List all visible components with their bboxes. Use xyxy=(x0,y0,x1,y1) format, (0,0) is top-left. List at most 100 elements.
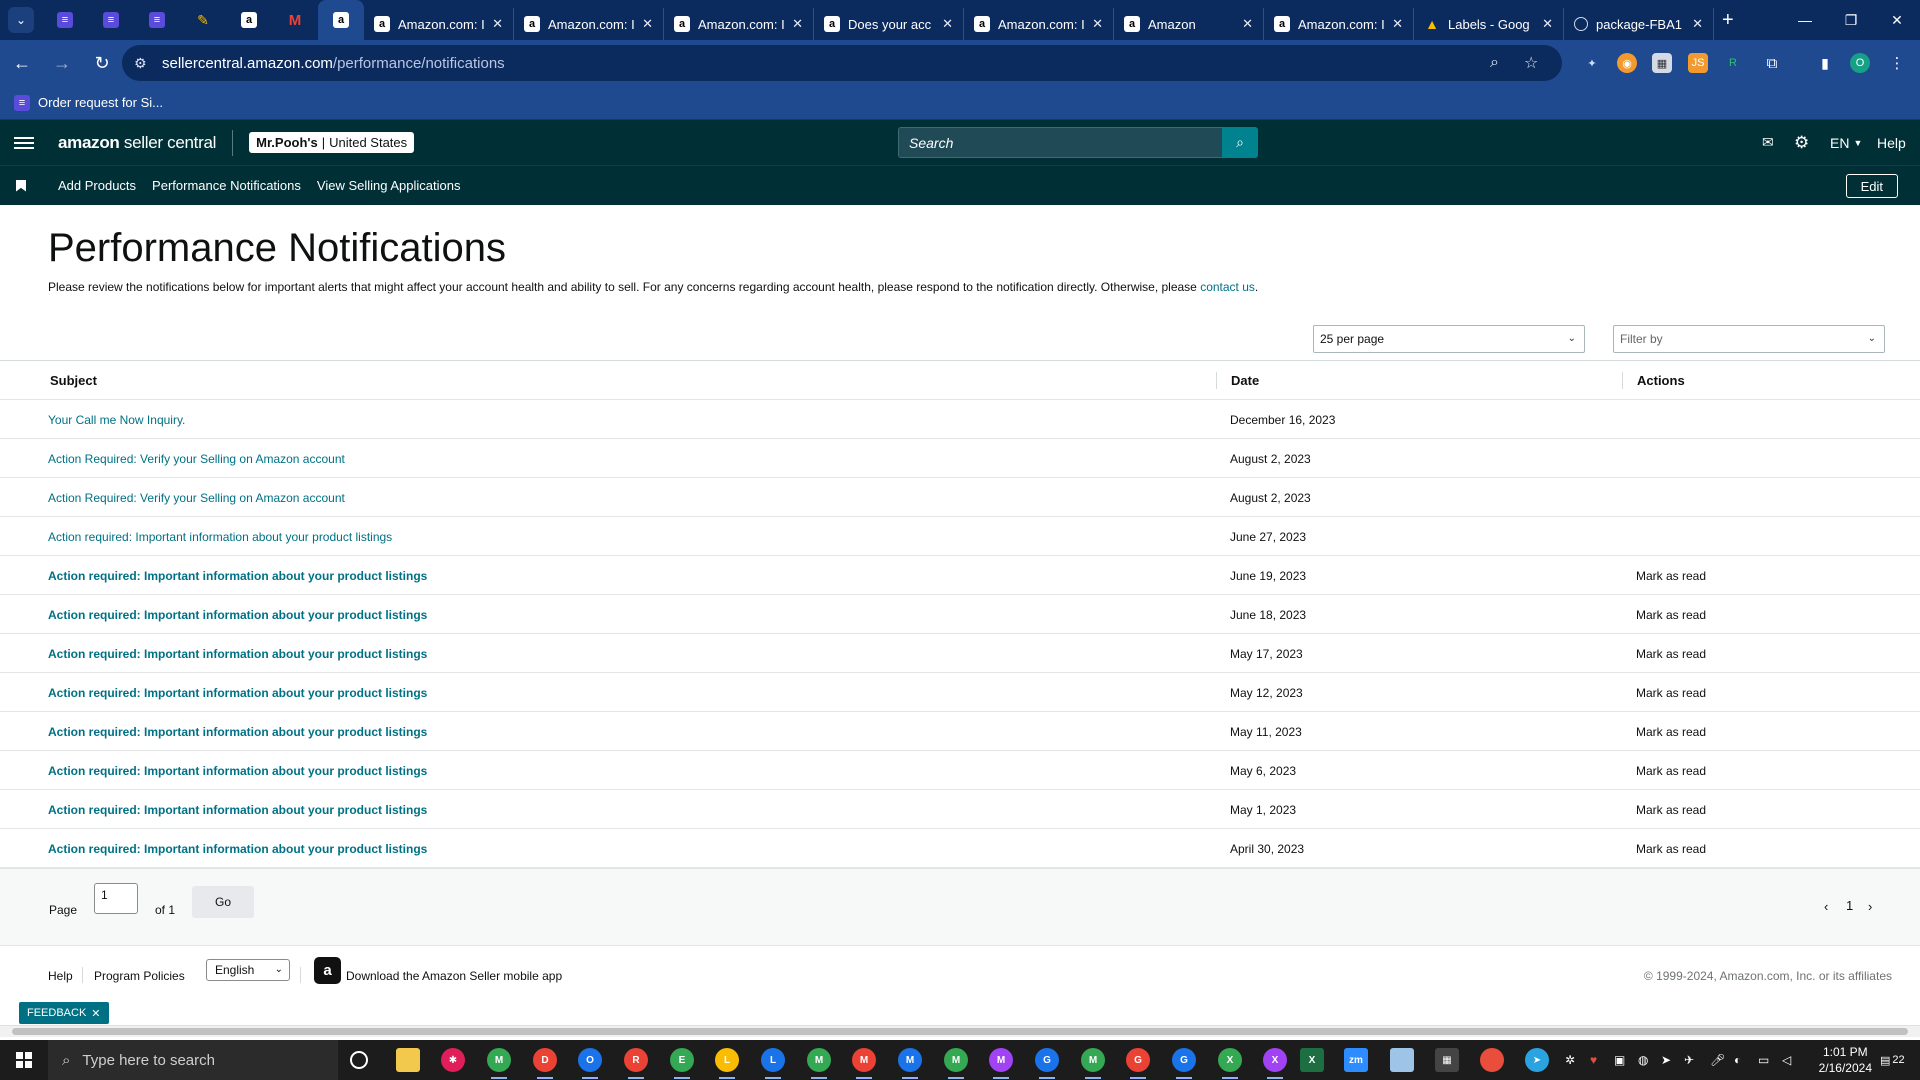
tray-network-off-icon[interactable]: ✈ xyxy=(1684,1040,1694,1080)
notification-subject-link[interactable]: Action required: Important information a… xyxy=(48,686,427,700)
close-icon[interactable]: ✕ xyxy=(91,1007,100,1020)
pinned-tab[interactable]: ≡ xyxy=(88,0,134,40)
close-icon[interactable]: ✕ xyxy=(1392,16,1403,32)
notification-center-icon[interactable]: ▤ 22 xyxy=(1880,1040,1905,1080)
volume-icon[interactable]: ◁ xyxy=(1782,1040,1791,1080)
amazon-app-icon[interactable]: a xyxy=(314,957,341,984)
bookmark-item[interactable]: Order request for Si... xyxy=(38,95,163,110)
chrome-icon[interactable]: M xyxy=(989,1048,1013,1079)
telegram-icon[interactable]: ➤ xyxy=(1525,1048,1549,1072)
search-button[interactable]: ⌕ xyxy=(1222,127,1258,158)
horizontal-scrollbar[interactable] xyxy=(0,1025,1920,1037)
tab-search-button[interactable]: ⌄ xyxy=(8,7,34,33)
notification-subject-link[interactable]: Action Required: Verify your Selling on … xyxy=(48,491,345,505)
slack-icon[interactable]: ✱ xyxy=(441,1048,465,1072)
camera-icon[interactable]: ◐ xyxy=(1734,1040,1741,1080)
pinned-tab-active[interactable]: a xyxy=(318,0,364,40)
subnav-performance-notifications[interactable]: Performance Notifications xyxy=(152,178,301,193)
taskbar-clock[interactable]: 1:01 PM 2/16/2024 xyxy=(1819,1044,1872,1076)
notification-subject-link[interactable]: Action required: Important information a… xyxy=(48,803,427,817)
pinned-tab[interactable]: a xyxy=(226,0,272,40)
mark-as-read-link[interactable]: Mark as read xyxy=(1636,751,1706,790)
taskbar-search[interactable]: ⌕ Type here to search xyxy=(48,1040,338,1080)
zoom-icon[interactable]: ⌕ xyxy=(1490,45,1499,81)
notification-subject-link[interactable]: Action required: Important information a… xyxy=(48,647,427,661)
extensions-menu-icon[interactable]: ⧉ xyxy=(1762,53,1782,73)
zoom-app-icon[interactable]: zm xyxy=(1344,1048,1368,1072)
close-icon[interactable]: ✕ xyxy=(792,16,803,32)
chrome-icon[interactable]: D xyxy=(533,1048,557,1079)
back-icon[interactable]: ← xyxy=(4,45,40,81)
pinned-tab[interactable]: M xyxy=(272,0,318,40)
notification-subject-link[interactable]: Your Call me Now Inquiry. xyxy=(48,413,185,427)
browser-tab[interactable]: a Amazon.com: I ✕ xyxy=(1264,8,1414,40)
settings-gear-icon[interactable]: ⚙ xyxy=(1794,120,1809,165)
seller-central-logo[interactable]: amazon seller central xyxy=(58,133,216,153)
close-icon[interactable]: ✕ xyxy=(1242,16,1253,32)
calculator-icon[interactable]: ▦ xyxy=(1435,1048,1459,1072)
close-icon[interactable]: ✕ xyxy=(942,16,953,32)
chrome-icon[interactable]: G xyxy=(1172,1048,1196,1079)
browser-menu-icon[interactable]: ⋮ xyxy=(1887,53,1907,73)
edit-button[interactable]: Edit xyxy=(1845,174,1898,198)
mark-as-read-link[interactable]: Mark as read xyxy=(1636,634,1706,673)
tray-telegram-icon[interactable]: ➤ xyxy=(1661,1040,1671,1080)
tray-antivirus-icon[interactable]: ♥ xyxy=(1590,1040,1597,1080)
browser-tab[interactable]: a Does your acc ✕ xyxy=(814,8,964,40)
browser-tab[interactable]: a Amazon.com: I ✕ xyxy=(964,8,1114,40)
excel-icon[interactable]: X xyxy=(1300,1048,1324,1072)
chrome-icon[interactable]: X xyxy=(1263,1048,1287,1079)
minimize-icon[interactable]: — xyxy=(1782,0,1828,40)
tray-zoom-icon[interactable]: ◍ xyxy=(1638,1040,1648,1080)
browser-tab[interactable]: a Amazon.com: I ✕ xyxy=(514,8,664,40)
chrome-icon[interactable]: M xyxy=(944,1048,968,1079)
download-app-link[interactable]: Download the Amazon Seller mobile app xyxy=(346,969,562,983)
cortana-icon[interactable] xyxy=(350,1051,368,1069)
notification-subject-link[interactable]: Action required: Important information a… xyxy=(48,530,392,544)
subnav-view-selling-applications[interactable]: View Selling Applications xyxy=(317,178,461,193)
bookmark-icon[interactable] xyxy=(16,179,26,192)
extension-orange-icon[interactable]: ◉ xyxy=(1617,53,1637,73)
notification-subject-link[interactable]: Action required: Important information a… xyxy=(48,725,427,739)
site-info-icon[interactable]: ⚙ xyxy=(134,55,156,72)
paint-icon[interactable] xyxy=(1480,1048,1504,1072)
chrome-icon[interactable]: E xyxy=(670,1048,694,1079)
mark-as-read-link[interactable]: Mark as read xyxy=(1636,673,1706,712)
chrome-icon[interactable]: R xyxy=(624,1048,648,1079)
language-selector[interactable]: EN ▼ xyxy=(1830,120,1862,165)
tray-app-icon[interactable]: ▣ xyxy=(1614,1040,1625,1080)
chrome-icon[interactable]: M xyxy=(898,1048,922,1079)
file-explorer-icon[interactable] xyxy=(396,1048,420,1072)
pinned-tab[interactable]: ≡ xyxy=(42,0,88,40)
search-input[interactable]: Search xyxy=(898,127,1222,158)
chrome-icon[interactable]: M xyxy=(852,1048,876,1079)
close-icon[interactable]: ✕ xyxy=(1092,16,1103,32)
window-close-icon[interactable]: ✕ xyxy=(1874,0,1920,40)
chrome-icon[interactable]: M xyxy=(487,1048,511,1079)
new-tab-button[interactable]: + xyxy=(1722,9,1734,32)
extension-r-icon[interactable]: R xyxy=(1723,53,1743,73)
notification-subject-link[interactable]: Action required: Important information a… xyxy=(48,569,427,583)
scrollbar-thumb[interactable] xyxy=(12,1028,1908,1035)
chrome-icon[interactable]: L xyxy=(761,1048,785,1079)
tray-settings-icon[interactable]: ✲ xyxy=(1565,1040,1575,1080)
notification-subject-link[interactable]: Action required: Important information a… xyxy=(48,842,427,856)
pinned-tab[interactable]: ✎ xyxy=(180,0,226,40)
contact-us-link[interactable]: contact us xyxy=(1200,280,1255,294)
column-header-subject[interactable]: Subject xyxy=(50,361,97,400)
footer-language-select[interactable]: English ⌄ xyxy=(206,959,290,981)
browser-tab[interactable]: a Amazon ✕ xyxy=(1114,8,1264,40)
mark-as-read-link[interactable]: Mark as read xyxy=(1636,712,1706,751)
previous-page-icon[interactable]: ‹ xyxy=(1824,899,1828,914)
browser-tab[interactable]: a Amazon.com: I ✕ xyxy=(364,8,514,40)
close-icon[interactable]: ✕ xyxy=(642,16,653,32)
browser-tab[interactable]: ▲ Labels - Goog ✕ xyxy=(1414,8,1564,40)
filter-select[interactable]: Filter by ⌄ xyxy=(1613,325,1885,353)
feedback-button[interactable]: FEEDBACK ✕ xyxy=(19,1002,109,1024)
next-page-icon[interactable]: › xyxy=(1868,899,1872,914)
chrome-icon[interactable]: O xyxy=(578,1048,602,1079)
chrome-icon[interactable]: G xyxy=(1035,1048,1059,1079)
hamburger-menu-icon[interactable] xyxy=(14,136,34,149)
mark-as-read-link[interactable]: Mark as read xyxy=(1636,790,1706,829)
close-icon[interactable]: ✕ xyxy=(1692,16,1703,32)
